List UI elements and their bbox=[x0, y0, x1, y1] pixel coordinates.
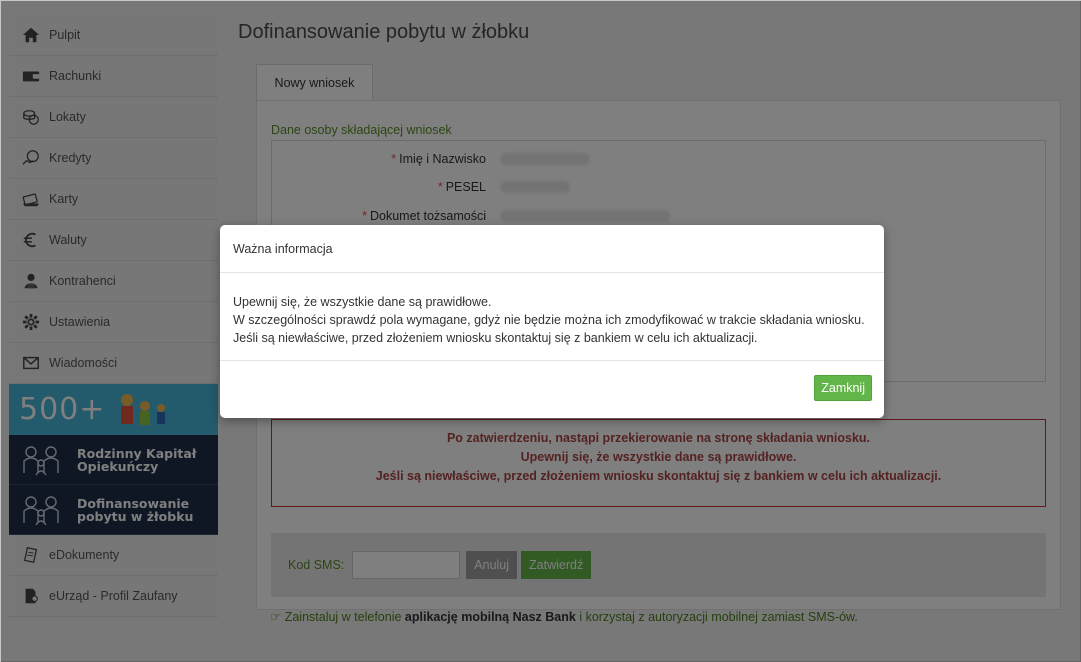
modal-body-line: Upewnij się, że wszystkie dane są prawid… bbox=[233, 295, 492, 309]
app-frame: Pulpit Rachunki Lokaty Kredyty Karty bbox=[0, 0, 1081, 662]
modal-footer: Zamknij bbox=[220, 361, 884, 416]
modal-title: Ważna informacja bbox=[220, 225, 884, 273]
modal-body-line: W szczególności sprawdź pola wymagane, g… bbox=[233, 313, 865, 345]
important-info-modal: Ważna informacja Upewnij się, że wszystk… bbox=[220, 225, 884, 418]
modal-body: Upewnij się, że wszystkie dane są prawid… bbox=[220, 273, 884, 361]
close-button[interactable]: Zamknij bbox=[814, 375, 872, 401]
